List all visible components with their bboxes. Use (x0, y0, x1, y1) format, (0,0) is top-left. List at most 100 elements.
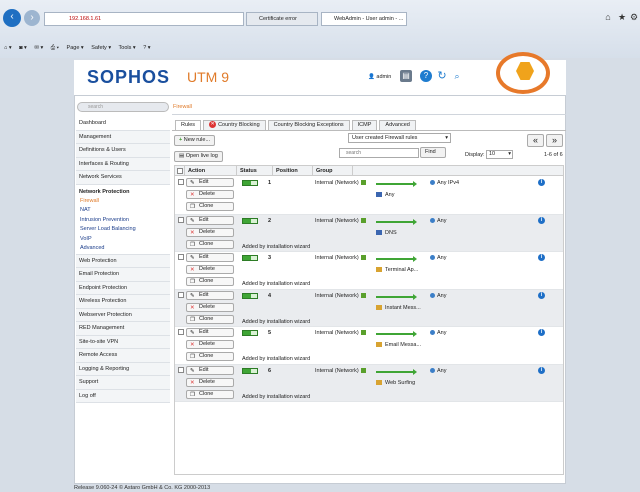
sidebar-item-network-protection[interactable]: Network Protection (76, 184, 170, 197)
page-menu[interactable]: Page ▾ (67, 45, 84, 51)
next-page-button[interactable]: » (546, 134, 563, 147)
tab-icmp[interactable]: ICMP (351, 120, 378, 130)
sidebar-item-support[interactable]: Support (76, 376, 170, 390)
edit-button[interactable]: ✎ Edit (186, 215, 234, 225)
sidebar-item-web-protection[interactable]: Web Protection (76, 254, 170, 268)
feeds-icon[interactable]: ◙ ▾ (19, 45, 27, 51)
print-icon[interactable]: ⎙ ▾ (51, 45, 59, 51)
forward-icon[interactable]: › (24, 10, 40, 26)
tab-certificate-error[interactable]: Certificate error (246, 12, 318, 26)
network-icon (360, 367, 366, 373)
status-toggle[interactable] (242, 217, 258, 224)
sidebar-sub-voip[interactable]: VoIP (76, 235, 170, 245)
sidebar-sub-server-load-balancing[interactable]: Server Load Balancing (76, 225, 170, 235)
edit-button[interactable]: ✎ Edit (186, 328, 234, 337)
sidebar-item-network-services[interactable]: Network Services (76, 171, 170, 185)
gear-icon[interactable]: ⚙ (629, 12, 639, 22)
sidebar-item-site-to-site-vpn[interactable]: Site-to-site VPN (76, 335, 170, 349)
tab-country-blocking[interactable]: ✕ Country Blocking (203, 120, 266, 130)
sidebar-item-wireless-protection[interactable]: Wireless Protection (76, 295, 170, 309)
row-checkbox[interactable] (178, 216, 184, 223)
safety-menu[interactable]: Safety ▾ (91, 45, 111, 51)
header-status[interactable]: Status (237, 166, 273, 176)
clone-button[interactable]: ❐ Clone (186, 239, 234, 249)
sidebar-item-management[interactable]: Management (76, 130, 170, 144)
sidebar-item-dashboard[interactable]: Dashboard (76, 117, 170, 131)
tools-menu[interactable]: Tools ▾ (119, 45, 136, 51)
tab-country-blocking-exceptions[interactable]: Country Blocking Exceptions (267, 120, 350, 130)
tab-webadmin[interactable]: WebAdmin - User admin - ... (321, 12, 407, 26)
sidebar-item-email-protection[interactable]: Email Protection (76, 268, 170, 282)
clone-button[interactable]: ❐ Clone (186, 314, 234, 324)
find-button[interactable]: Find (420, 147, 446, 158)
sidebar-sub-nat[interactable]: NAT (76, 206, 170, 216)
delete-button[interactable]: ✕ Delete (186, 190, 234, 199)
info-icon[interactable]: i (538, 329, 545, 336)
sidebar-sub-advanced[interactable]: Advanced (76, 244, 170, 255)
sidebar-sub-firewall[interactable]: Firewall (76, 197, 170, 207)
home-icon[interactable]: ⌂ (603, 12, 613, 22)
info-icon[interactable]: i (538, 254, 545, 261)
delete-button[interactable]: ✕ Delete (186, 340, 234, 349)
back-icon[interactable]: ‹ (3, 9, 21, 27)
sidebar-item-remote-access[interactable]: Remote Access (76, 349, 170, 363)
status-toggle[interactable] (242, 292, 258, 299)
sidebar-sub-intrusion-prevention[interactable]: Intrusion Prevention (76, 216, 170, 226)
address-bar[interactable]: 192.168.1.61 (44, 12, 244, 26)
help-menu-icon[interactable]: ? ▾ (143, 45, 150, 51)
clone-button[interactable]: ❐ Clone (186, 277, 234, 286)
header-group[interactable]: Group (313, 166, 353, 176)
info-icon[interactable]: i (538, 291, 545, 299)
tab-advanced[interactable]: Advanced (379, 120, 416, 130)
help-icon[interactable]: ? (420, 70, 432, 82)
edit-button[interactable]: ✎ Edit (186, 253, 234, 262)
info-icon[interactable]: i (538, 216, 545, 224)
delete-button[interactable]: ✕ Delete (186, 302, 234, 312)
row-checkbox[interactable] (178, 179, 184, 185)
clone-button[interactable]: ❐ Clone (186, 202, 234, 211)
mail-icon[interactable]: ✉ ▾ (34, 45, 43, 51)
user-menu[interactable]: 👤 admin (368, 73, 391, 81)
username[interactable]: admin (376, 74, 391, 80)
row-checkbox[interactable] (178, 366, 184, 373)
search-icon[interactable]: ⌕ (451, 70, 463, 82)
sidebar-item-red-management[interactable]: RED Management (76, 322, 170, 336)
header-position[interactable]: Position (273, 166, 313, 176)
row-checkbox[interactable] (178, 291, 184, 298)
sidebar-item-interfaces-routing[interactable]: Interfaces & Routing (76, 157, 170, 171)
status-toggle[interactable] (242, 255, 258, 261)
edit-button[interactable]: ✎ Edit (186, 365, 234, 375)
sidebar-search-input[interactable]: search (77, 102, 169, 112)
clone-button[interactable]: ❐ Clone (186, 389, 234, 399)
new-rule-button[interactable]: + New rule... (174, 135, 216, 146)
sidebar-item-webserver-protection[interactable]: Webserver Protection (76, 308, 170, 322)
edit-button[interactable]: ✎ Edit (186, 178, 234, 187)
delete-button[interactable]: ✕ Delete (186, 377, 234, 387)
status-toggle[interactable] (242, 180, 258, 186)
sidebar-item-log-off[interactable]: Log off (76, 389, 170, 403)
favorites-icon[interactable]: ★ (617, 12, 627, 22)
reload-icon[interactable]: ↻ (436, 70, 448, 82)
status-toggle[interactable] (242, 367, 258, 374)
display-count-select[interactable]: 10 ▾ (486, 150, 513, 159)
open-live-log-button[interactable]: ▤ Open live log (174, 151, 223, 162)
home-toolbar-icon[interactable]: ⌂ ▾ (4, 45, 12, 51)
info-icon[interactable]: i (538, 366, 545, 374)
status-toggle[interactable] (242, 330, 258, 336)
sidebar-item-definitions-users[interactable]: Definitions & Users (76, 144, 170, 158)
edit-button[interactable]: ✎ Edit (186, 290, 234, 300)
delete-button[interactable]: ✕ Delete (186, 265, 234, 274)
select-all-checkbox[interactable] (175, 166, 185, 176)
rule-search-input[interactable]: search (339, 148, 419, 158)
prev-page-button[interactable]: « (527, 134, 544, 147)
info-icon[interactable]: i (538, 179, 545, 186)
row-checkbox[interactable] (178, 254, 184, 260)
row-checkbox[interactable] (178, 329, 184, 335)
tab-rules[interactable]: Rules (175, 120, 202, 130)
delete-button[interactable]: ✕ Delete (186, 227, 234, 237)
clone-button[interactable]: ❐ Clone (186, 352, 234, 361)
sidebar-item-endpoint-protection[interactable]: Endpoint Protection (76, 281, 170, 295)
clipboard-icon[interactable]: ▤ (400, 70, 412, 82)
sidebar-item-logging-reporting[interactable]: Logging & Reporting (76, 362, 170, 376)
rule-filter-select[interactable]: User created Firewall rules ▾ (348, 133, 451, 143)
